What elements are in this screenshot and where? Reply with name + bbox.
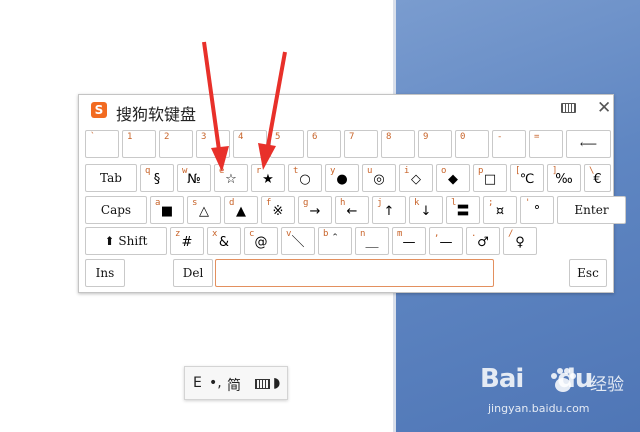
paw-icon [551,368,576,392]
arrow-shaft [202,41,221,151]
ime-status-bar[interactable]: E •, 简 ◗ [184,366,288,400]
ime-skin-icon[interactable]: ◗ [273,375,280,391]
ime-punctuation-toggle[interactable]: •, [209,375,222,391]
ime-simplified-toggle[interactable]: 简 [227,375,241,395]
baidu-watermark: Bai du 经验 jingyan.baidu.com [480,362,630,422]
watermark-cn: 经验 [590,375,624,395]
ime-english-toggle[interactable]: E [193,375,202,391]
arrow-head [211,146,229,172]
watermark-url: jingyan.baidu.com [488,402,590,415]
soft-keyboard-icon[interactable] [255,379,270,389]
arrow-shaft [266,51,287,147]
arrow-head [258,143,276,170]
